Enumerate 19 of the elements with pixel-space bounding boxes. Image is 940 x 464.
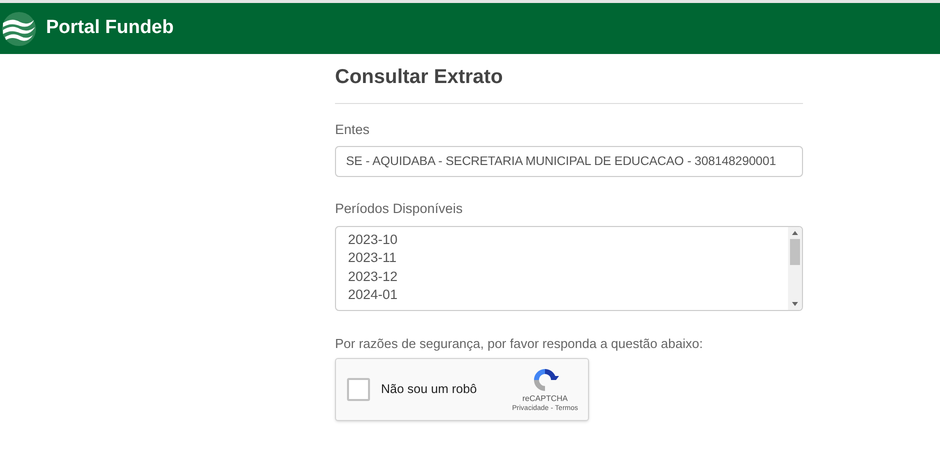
page-title: Consultar Extrato	[335, 65, 504, 90]
period-option[interactable]: 2023-12	[348, 268, 788, 286]
site-title: Portal Fundeb	[46, 16, 174, 40]
field-label: Entes	[335, 121, 371, 139]
field-label: Períodos Disponíveis	[335, 200, 464, 218]
scrollbar-thumb[interactable]	[790, 238, 800, 264]
period-option[interactable]: 2023-10	[348, 230, 788, 250]
captcha-checkbox[interactable]	[347, 378, 370, 401]
scroll-down-icon[interactable]	[792, 302, 798, 306]
captcha-label: Não sou um robô	[381, 381, 478, 398]
scroll-up-icon[interactable]	[792, 230, 798, 234]
period-listbox[interactable]: 2023-10 2023-11 2023-12 2024-01	[335, 226, 803, 310]
entity-field[interactable]: SE - AQUIDABA - SECRETARIA MUNICIPAL DE EDUCACAO - 308148290001	[335, 146, 803, 178]
security-note: Por razões de segurança, por favor responda a questão abaixo:	[335, 334, 704, 353]
period-option[interactable]: 2024-01	[348, 286, 788, 305]
recaptcha-brand: reCAPTCHA	[522, 394, 568, 404]
logo-icon	[2, 12, 36, 46]
scrollbar[interactable]	[788, 226, 802, 310]
period-option[interactable]: 2023-11	[348, 249, 788, 268]
